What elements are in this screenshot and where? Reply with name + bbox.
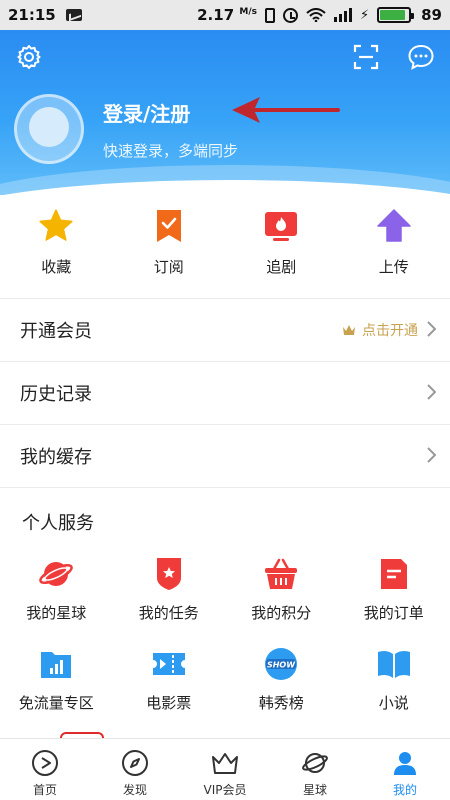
profile-icon	[394, 752, 416, 775]
cache-row-label: 我的缓存	[20, 447, 92, 468]
history-row-label: 历史记录	[20, 384, 92, 405]
history-row[interactable]: 历史记录	[0, 362, 450, 424]
login-subtitle: 快速登录，多端同步	[103, 142, 239, 160]
avatar-placeholder	[29, 107, 69, 147]
nav-vip-label: VIP会员	[203, 783, 247, 797]
service-my-orders-label: 我的订单	[363, 604, 424, 622]
status-time: 21:15	[8, 6, 56, 24]
nav-discover-label: 发现	[122, 783, 147, 797]
network-speed: 2.17 M/s	[197, 6, 257, 24]
service-free-data[interactable]: 免流量专区	[0, 646, 113, 713]
service-korean-show-chart[interactable]: SHOW 韩秀榜	[225, 646, 338, 713]
home-play-icon	[32, 750, 58, 776]
planet-icon	[302, 753, 328, 773]
order-doc-icon	[380, 559, 407, 589]
show-badge-text: SHOW	[267, 661, 296, 670]
quick-subscribe[interactable]: 订阅	[113, 208, 226, 288]
service-novels[interactable]: 小说	[338, 646, 450, 713]
annotation-arrow-icon	[232, 97, 340, 123]
nav-mine[interactable]: 我的	[360, 739, 450, 800]
message-icon	[65, 9, 82, 21]
scan-icon[interactable]	[353, 44, 379, 70]
nav-home[interactable]: 首页	[0, 739, 90, 800]
basket-icon	[265, 558, 298, 589]
service-my-tasks[interactable]: 我的任务	[113, 556, 226, 623]
services-title: 个人服务	[22, 513, 94, 534]
service-my-planet-label: 我的星球	[26, 604, 87, 622]
nav-planet-label: 星球	[302, 783, 327, 797]
avatar[interactable]	[14, 94, 84, 164]
ticket-icon	[152, 653, 185, 675]
tv-fire-icon	[265, 212, 298, 241]
vip-open-label: 点击开通	[362, 323, 418, 339]
profile-header: 登录/注册 快速登录，多端同步	[0, 30, 450, 195]
quick-favorites-label: 收藏	[41, 258, 72, 276]
star-icon	[39, 209, 73, 241]
nav-vip[interactable]: VIP会员	[180, 739, 270, 800]
gear-icon[interactable]	[16, 44, 42, 70]
crown-icon	[212, 753, 238, 774]
quick-upload[interactable]: 上传	[338, 208, 450, 288]
cache-row[interactable]: 我的缓存	[0, 425, 450, 487]
vip-row[interactable]: 开通会员 点击开通	[0, 299, 450, 361]
upload-arrow-icon	[377, 209, 411, 242]
book-icon	[377, 650, 410, 678]
compass-icon	[122, 750, 148, 776]
chevron-right-icon	[427, 384, 436, 400]
bottom-nav: 首页 发现 VIP会员 星球 我的	[0, 738, 450, 800]
planet-icon	[39, 562, 74, 586]
task-badge-icon	[156, 558, 181, 590]
service-my-tasks-label: 我的任务	[138, 604, 199, 622]
subscribe-bookmark-icon	[156, 210, 181, 242]
charging-icon: ⚡	[359, 7, 370, 23]
battery-icon	[377, 7, 415, 23]
quick-favorites[interactable]: 收藏	[0, 208, 113, 288]
nav-home-label: 首页	[32, 783, 57, 797]
service-my-points-label: 我的积分	[251, 604, 312, 622]
status-bar: 21:15 2.17 M/s ⚡ 89	[0, 0, 450, 30]
crown-icon	[343, 325, 355, 335]
nav-mine-label: 我的	[392, 783, 417, 797]
service-my-planet[interactable]: 我的星球	[0, 556, 113, 623]
vibrate-icon	[264, 7, 275, 23]
quick-follow-drama[interactable]: 追剧	[225, 208, 338, 288]
services-grid-row-2: 免流量专区 电影票 SHOW 韩秀榜 小说	[0, 646, 450, 713]
service-movie-tickets-label: 电影票	[146, 694, 192, 712]
nav-planet[interactable]: 星球	[270, 739, 360, 800]
service-my-points[interactable]: 我的积分	[225, 556, 338, 623]
quick-follow-drama-label: 追剧	[266, 258, 297, 276]
data-chart-icon	[41, 652, 72, 678]
service-my-orders[interactable]: 我的订单	[338, 556, 450, 623]
chevron-right-icon	[427, 321, 436, 337]
services-grid-row-1: 我的星球 我的任务 我的积分 我的订单	[0, 556, 450, 623]
quick-upload-label: 上传	[378, 258, 409, 276]
chat-icon[interactable]	[408, 44, 434, 70]
wifi-icon	[306, 8, 326, 22]
service-novels-label: 小说	[378, 694, 409, 712]
vip-row-label: 开通会员	[20, 321, 92, 342]
quick-subscribe-label: 订阅	[153, 258, 184, 276]
show-badge-icon: SHOW	[265, 648, 298, 680]
chevron-right-icon	[427, 447, 436, 463]
login-register-link[interactable]: 登录/注册	[103, 98, 190, 127]
nav-discover[interactable]: 发现	[90, 739, 180, 800]
battery-level: 89	[421, 6, 442, 24]
quick-actions: 收藏 订阅 追剧 上传	[0, 208, 450, 288]
service-korean-show-chart-label: 韩秀榜	[258, 694, 304, 712]
service-movie-tickets[interactable]: 电影票	[113, 646, 226, 713]
divider	[0, 487, 450, 488]
signal-icon	[333, 8, 352, 22]
service-free-data-label: 免流量专区	[18, 694, 94, 712]
vip-open-link[interactable]: 点击开通	[342, 320, 418, 340]
alarm-icon	[282, 7, 298, 23]
